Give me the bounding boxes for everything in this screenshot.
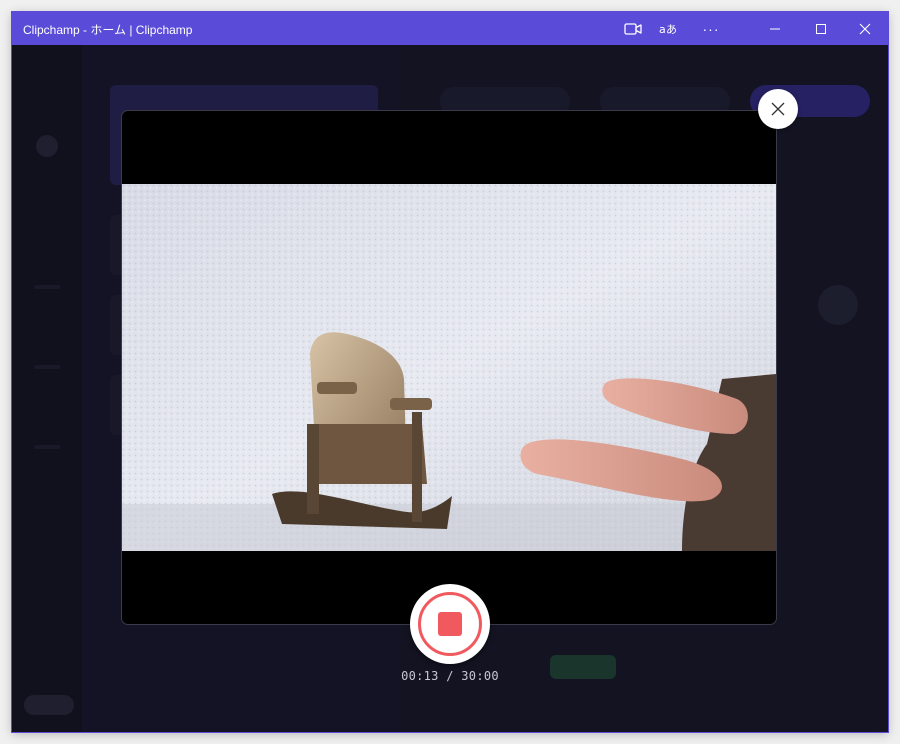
close-recorder-button[interactable] (758, 89, 798, 129)
more-options-button[interactable]: ··· (696, 12, 726, 45)
camera-feed-image (122, 184, 776, 551)
svg-text:あ: あ (666, 23, 677, 36)
camera-recorder-modal (122, 111, 776, 624)
more-icon: ··· (702, 20, 720, 37)
window-title: Clipchamp - ホーム | Clipchamp (23, 23, 193, 37)
close-icon (859, 23, 871, 34)
title-bar: Clipchamp - ホーム | Clipchamp a あ ··· (12, 12, 888, 45)
video-camera-icon[interactable] (618, 12, 648, 45)
svg-text:a: a (659, 23, 666, 36)
close-icon (771, 102, 785, 116)
stop-icon (438, 612, 462, 636)
translate-icon[interactable]: a あ (654, 12, 684, 45)
app-window: Clipchamp - ホーム | Clipchamp a あ ··· 00:1… (12, 12, 888, 732)
maximize-button[interactable] (798, 12, 844, 45)
camera-preview (122, 184, 776, 551)
minimize-icon (770, 28, 780, 29)
maximize-icon (816, 23, 826, 34)
record-ring (418, 592, 482, 656)
window-close-button[interactable] (842, 12, 888, 45)
recording-timer: 00:13 / 30:00 (401, 669, 499, 683)
minimize-button[interactable] (752, 12, 798, 45)
stop-recording-button[interactable] (410, 584, 490, 664)
